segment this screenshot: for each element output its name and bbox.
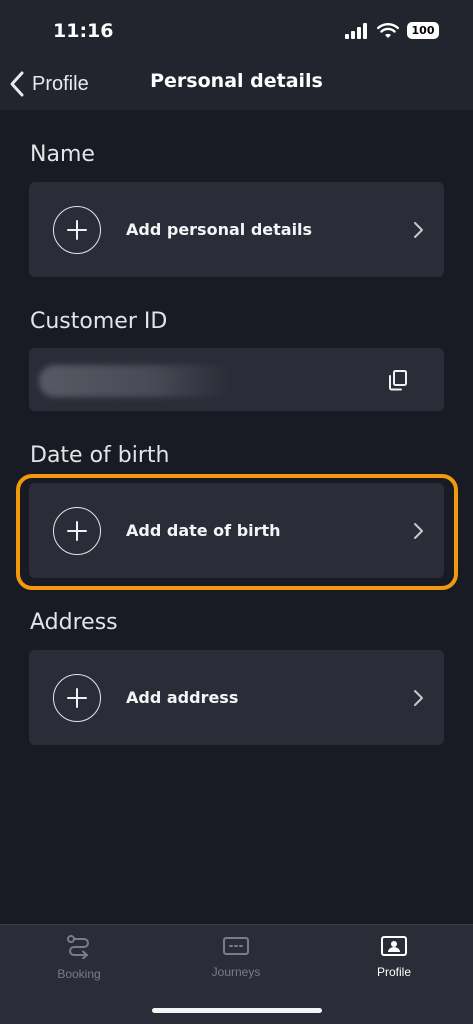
plus-icon <box>53 205 101 254</box>
header-bar: 11:16 100 Profile Personal details <box>0 0 473 110</box>
add-personal-details-button[interactable]: Add personal details <box>29 182 444 277</box>
add-personal-details-label: Add personal details <box>126 220 313 239</box>
customer-id-section-label: Customer ID <box>30 309 168 334</box>
status-icons: 100 <box>345 22 439 39</box>
name-section-label: Name <box>30 142 95 167</box>
tab-journeys[interactable]: Journeys <box>181 935 291 979</box>
add-address-button[interactable]: Add address <box>29 650 444 745</box>
ticket-icon <box>223 937 249 955</box>
wifi-icon <box>377 22 399 38</box>
chevron-right-icon <box>412 221 424 239</box>
tab-booking[interactable]: Booking <box>24 935 134 981</box>
chevron-right-icon <box>412 689 424 707</box>
page-title: Personal details <box>150 70 323 92</box>
customer-id-field <box>29 348 444 411</box>
date-of-birth-section-label: Date of birth <box>30 443 170 468</box>
screen: 11:16 100 Profile Personal details Name <box>0 0 473 1024</box>
status-time: 11:16 <box>53 20 114 42</box>
battery-icon: 100 <box>407 22 439 39</box>
plus-icon <box>53 673 101 722</box>
add-address-label: Add address <box>126 688 239 707</box>
profile-card-icon <box>381 936 407 956</box>
home-indicator[interactable] <box>152 1008 322 1013</box>
address-section-label: Address <box>30 610 118 635</box>
customer-id-value-redacted <box>39 365 229 397</box>
copy-icon[interactable] <box>388 369 408 391</box>
tab-booking-label: Booking <box>57 967 101 981</box>
tab-journeys-label: Journeys <box>211 965 261 979</box>
tab-profile[interactable]: Profile <box>339 935 449 979</box>
tab-profile-label: Profile <box>376 965 411 979</box>
signal-icon <box>345 22 367 39</box>
highlight-outline <box>16 474 458 590</box>
route-icon <box>67 935 89 959</box>
